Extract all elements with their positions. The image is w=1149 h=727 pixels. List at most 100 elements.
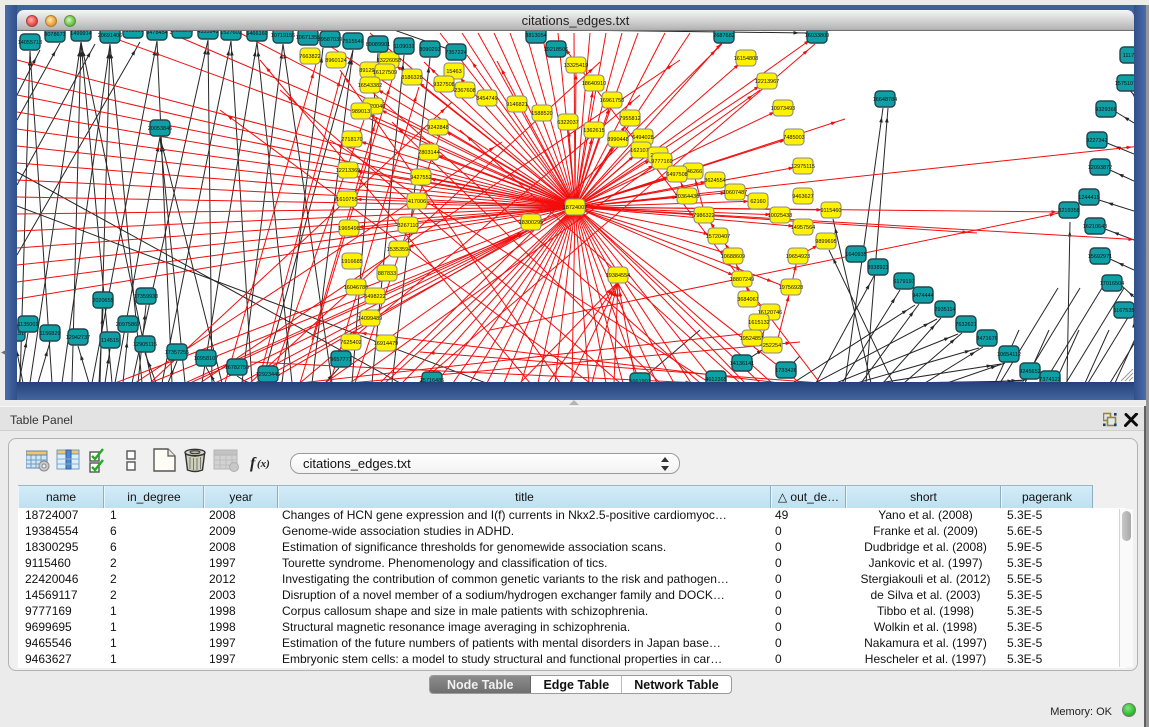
svg-text:9899695: 9899695 [815,239,836,245]
svg-text:10654112: 10654112 [997,352,1021,358]
svg-text:2020655: 2020655 [92,298,113,304]
svg-text:4612365: 4612365 [705,377,726,382]
svg-text:6494028: 6494028 [632,135,653,141]
svg-text:1916685: 1916685 [341,259,362,265]
svg-text:6466160: 6466160 [246,31,267,37]
svg-text:4668136: 4668136 [122,31,143,34]
svg-text:15353594: 15353594 [387,247,411,253]
svg-text:f: f [250,455,257,472]
svg-text:20975867: 20975867 [116,322,140,328]
svg-text:8078673: 8078673 [44,32,65,38]
svg-text:15716485: 15716485 [420,378,444,382]
svg-text:9245652: 9245652 [1019,369,1040,375]
svg-text:15720407: 15720407 [706,234,730,240]
svg-text:18640910: 18640910 [582,81,606,87]
svg-text:20691406: 20691406 [98,33,122,39]
svg-text:12093872: 12093872 [1088,165,1112,171]
svg-text:7485003: 7485003 [783,135,804,141]
svg-text:10958107: 10958107 [194,356,218,362]
svg-text:6322037: 6322037 [557,120,578,126]
svg-text:16154808: 16154808 [734,56,758,62]
svg-text:12923445: 12923445 [256,372,280,378]
svg-text:20364436: 20364436 [675,194,699,200]
svg-text:7663822: 7663822 [299,54,320,60]
svg-text:18300295: 18300295 [519,220,543,226]
svg-text:9242848: 9242848 [427,125,448,131]
svg-text:5661907: 5661907 [629,379,650,382]
svg-text:17016504: 17016504 [1100,281,1124,287]
svg-text:8454749: 8454749 [476,96,497,102]
svg-text:9463627: 9463627 [792,194,813,200]
svg-text:7986322: 7986322 [693,213,714,219]
svg-text:6179197: 6179197 [893,279,914,285]
svg-text:114515: 114515 [101,338,119,344]
svg-text:8471676: 8471676 [976,336,997,342]
svg-text:5498222: 5498222 [364,294,385,300]
svg-text:4335942: 4335942 [197,31,218,35]
svg-text:3267110: 3267110 [397,223,418,229]
svg-text:39587039: 39587039 [318,37,342,43]
svg-text:887833: 887833 [378,271,396,277]
svg-text:10607487: 10607487 [723,190,747,196]
svg-text:1167535: 1167535 [1113,308,1134,314]
svg-text:14099489: 14099489 [358,316,382,322]
svg-text:2803144: 2803144 [418,150,439,156]
svg-text:13226058: 13226058 [377,58,401,64]
svg-text:6497508: 6497508 [666,172,687,178]
svg-text:13325419: 13325419 [564,63,588,69]
svg-text:16961758: 16961758 [600,98,624,104]
svg-text:10671355: 10671355 [296,35,320,41]
svg-text:19654923: 19654923 [786,254,810,260]
svg-text:16782759: 16782759 [225,365,249,371]
svg-text:1499914: 1499914 [70,31,91,37]
svg-text:9657771: 9657771 [330,357,351,363]
svg-text:16648784: 16648784 [873,97,897,103]
svg-text:19384554: 19384554 [606,273,630,279]
svg-text:2367608: 2367608 [454,88,475,94]
svg-text:7632621: 7632621 [955,322,976,328]
svg-text:15692971: 15692971 [1088,254,1112,260]
svg-text:17359938: 17359938 [134,294,158,300]
svg-text:1965498: 1965498 [338,226,359,232]
svg-text:1610755: 1610755 [336,197,357,203]
svg-text:17357255: 17357255 [165,350,189,356]
svg-text:1733426: 1733426 [775,368,796,374]
svg-text:8813054: 8813054 [525,33,546,39]
svg-text:19756928: 19756928 [779,285,803,291]
svg-text:9478454: 9478454 [146,31,167,36]
svg-text:10025438: 10025438 [768,213,792,219]
svg-text:7955812: 7955812 [619,116,640,122]
svg-text:1527602: 1527602 [220,31,241,36]
svg-text:7625402: 7625402 [340,340,361,346]
svg-text:9777169: 9777169 [651,159,672,165]
svg-text:1640935: 1640935 [845,252,866,258]
svg-text:3219358: 3219358 [1058,208,1079,214]
svg-text:7515546: 7515546 [342,39,363,45]
svg-text:14136141: 14136141 [730,361,754,367]
svg-text:19524851: 19524851 [740,336,764,342]
svg-text:2687682: 2687682 [713,33,734,39]
svg-text:1244415: 1244415 [1078,195,1099,201]
svg-text:10973493: 10973493 [771,106,795,112]
svg-text:12213967: 12213967 [755,79,779,85]
svg-text:3624554: 3624554 [704,178,725,184]
svg-text:12942737: 12942737 [66,335,90,341]
svg-text:3684067: 3684067 [737,297,758,303]
svg-text:12975115: 12975115 [791,164,815,170]
svg-text:16543382: 16543382 [358,83,382,89]
svg-text:8938923: 8938923 [867,265,888,271]
svg-text:16914479: 16914479 [374,341,398,347]
svg-text:2935114: 2935114 [934,307,955,313]
svg-text:9427552: 9427552 [410,175,431,181]
svg-text:417006: 417006 [408,199,426,205]
svg-text:989013: 989013 [352,109,370,115]
svg-text:1588520: 1588520 [531,111,552,117]
svg-text:10853287: 10853287 [170,31,194,34]
svg-text:16033809: 16033809 [805,33,829,39]
svg-text:(x): (x) [257,458,270,470]
svg-text:19218506: 19218506 [544,47,568,53]
svg-text:14055713: 14055713 [18,40,42,46]
svg-text:11172: 11172 [1123,53,1134,59]
svg-text:16127509: 16127509 [373,70,397,76]
svg-text:15463: 15463 [446,69,461,75]
